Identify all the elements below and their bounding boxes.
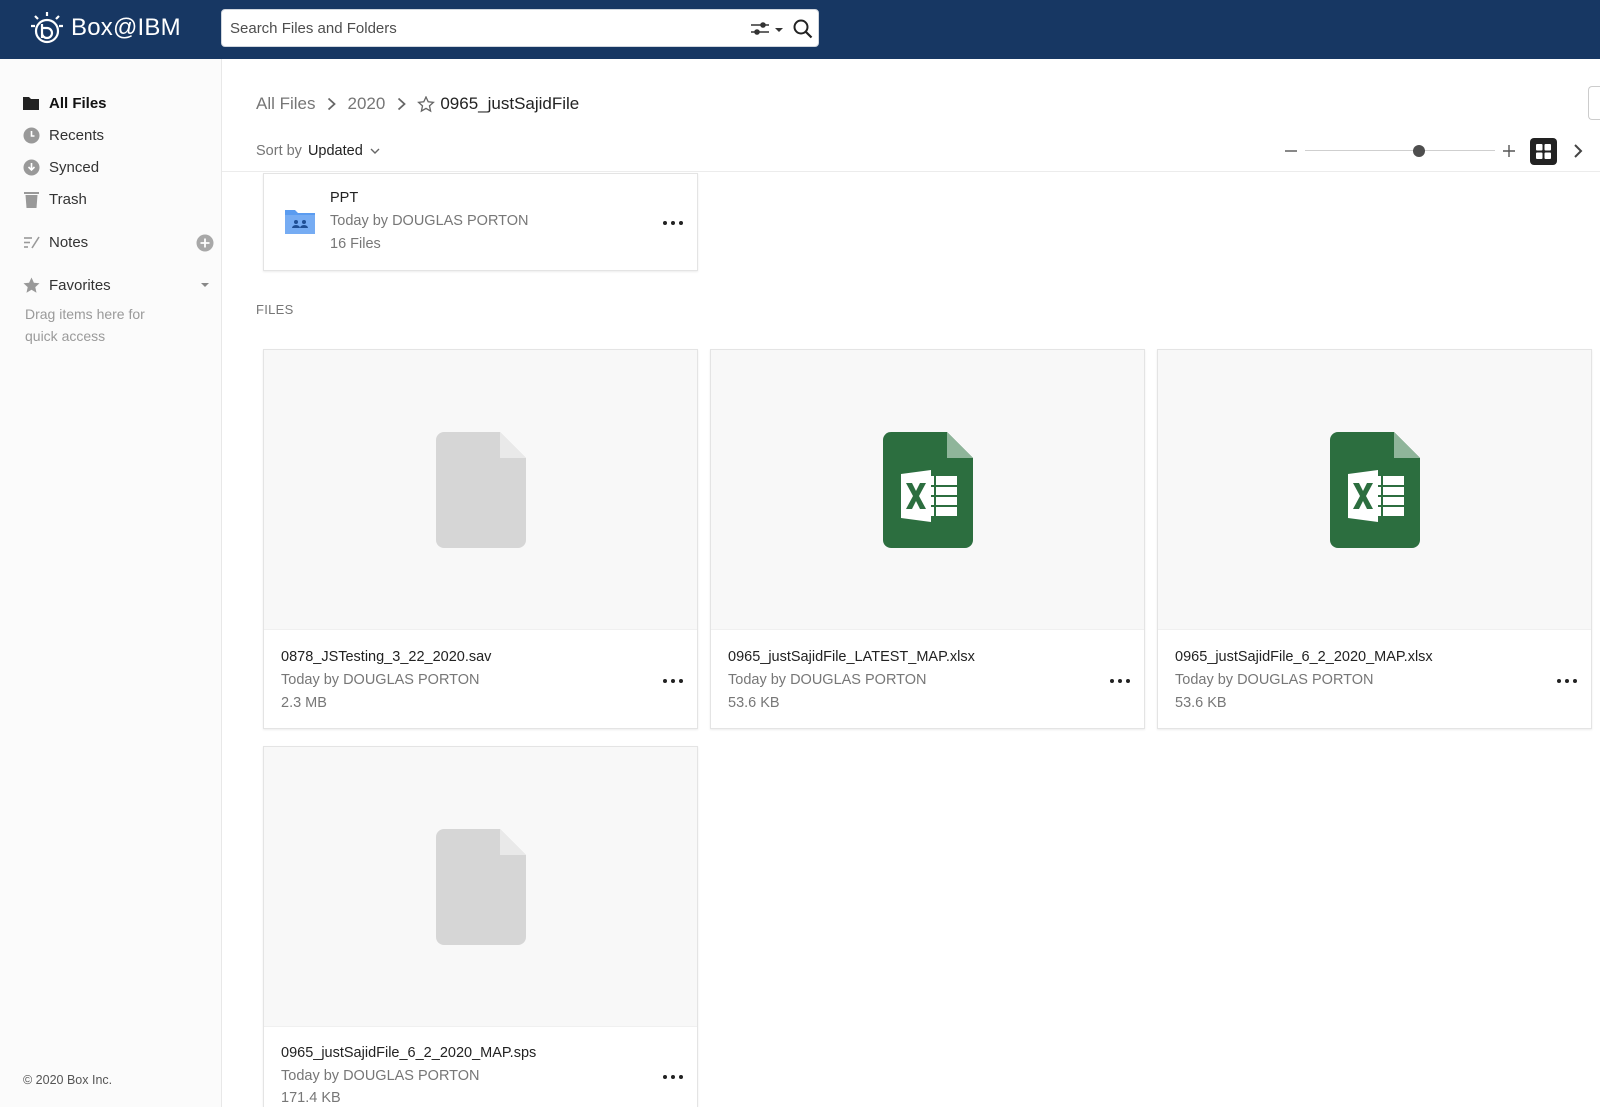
breadcrumb: All Files 2020 0965_justSajidFile [256,90,579,118]
add-note-button[interactable] [196,234,214,252]
file-card[interactable]: 0965_justSajidFile_6_2_2020_MAP.sps Toda… [263,746,698,1107]
divider [222,171,1600,172]
sidebar-item-all-files[interactable]: All Files [22,91,107,115]
generic-file-icon [436,829,526,945]
zoom-in-button[interactable] [1501,140,1517,162]
file-name[interactable]: 0878_JSTesting_3_22_2020.sav [281,649,491,665]
file-size: 53.6 KB [1175,695,1227,711]
clock-icon [22,126,40,144]
breadcrumb-current: 0965_justSajidFile [417,94,579,114]
more-options-button[interactable] [1555,673,1579,689]
favorites-hint: Drag items here for quick access [25,306,145,344]
sidebar-item-synced[interactable]: Synced [22,155,99,179]
breadcrumb-all-files[interactable]: All Files [256,94,316,114]
sidebar-item-recents[interactable]: Recents [22,123,104,147]
sidebar-item-notes[interactable]: Notes [22,230,88,254]
file-thumbnail [264,747,697,1027]
file-meta: Today by DOUGLAS PORTON [728,672,927,688]
sidebar-item-label: Recents [49,126,105,144]
file-card[interactable]: 0965_justSajidFile_6_2_2020_MAP.xlsx Tod… [1157,349,1592,729]
sidebar-item-label: Notes [49,233,89,251]
excel-file-icon [883,432,973,548]
zoom-slider-track[interactable] [1305,150,1495,151]
chevron-right-icon [325,97,339,111]
generic-file-icon [436,432,526,548]
file-meta: Today by DOUGLAS PORTON [281,672,480,688]
search-icon [793,19,813,39]
more-options-button[interactable] [1108,673,1132,689]
synced-icon [22,158,40,176]
box-bulb-icon [31,12,63,44]
search-button[interactable] [792,18,814,40]
sort-label: Sort by [256,143,302,159]
files-section-label: FILES [256,302,294,317]
copyright: © 2020 Box Inc. [23,1073,113,1087]
zoom-out-button[interactable] [1283,140,1299,162]
file-card[interactable]: 0878_JSTesting_3_22_2020.sav Today by DO… [263,349,698,729]
more-options-button[interactable] [661,673,685,689]
caret-down-icon [201,283,209,287]
chevron-right-icon [1574,144,1583,158]
shared-folder-icon [285,210,315,234]
file-meta: Today by DOUGLAS PORTON [1175,672,1374,688]
more-options-button[interactable] [661,215,685,231]
file-name[interactable]: 0965_justSajidFile_6_2_2020_MAP.xlsx [1175,649,1433,665]
zoom-slider-thumb[interactable] [1413,145,1425,157]
file-size: 2.3 MB [281,695,327,711]
notes-icon [22,233,40,251]
sort-control[interactable]: Sort by Updated [256,140,380,162]
file-thumbnail [1158,350,1591,630]
folder-card[interactable]: PPT Today by DOUGLAS PORTON 16 Files [263,173,698,271]
file-size: 53.6 KB [728,695,780,711]
sidebar-item-trash[interactable]: Trash [22,187,87,211]
sidebar: All Files Recents Synced Trash Notes Fav… [0,59,222,1107]
next-button[interactable] [1569,141,1587,161]
grid-icon [1536,144,1551,159]
file-size: 171.4 KB [281,1090,341,1106]
star-outline-icon[interactable] [417,95,436,113]
search-input[interactable] [230,10,730,46]
excel-file-icon [1330,432,1420,548]
sidebar-item-favorites[interactable]: Favorites [22,273,111,297]
folder-name[interactable]: PPT [330,190,358,206]
folder-meta: Today by DOUGLAS PORTON [330,213,529,229]
sidebar-item-label: Trash [49,190,87,208]
chevron-right-icon [394,97,408,111]
file-meta: Today by DOUGLAS PORTON [281,1068,480,1084]
file-card[interactable]: 0965_justSajidFile_LATEST_MAP.xlsx Today… [710,349,1145,729]
box-logo[interactable]: Box@IBM [27,6,181,50]
more-options-button[interactable] [661,1069,685,1085]
favorites-toggle-button[interactable] [199,277,211,287]
grid-view-button[interactable] [1530,138,1557,165]
trash-icon [22,190,40,208]
search-filter-button[interactable] [749,19,787,39]
chevron-down-icon [370,148,380,154]
file-name[interactable]: 0965_justSajidFile_LATEST_MAP.xlsx [728,649,975,665]
sidebar-item-label: Synced [49,158,100,176]
file-thumbnail [264,350,697,630]
file-name[interactable]: 0965_justSajidFile_6_2_2020_MAP.sps [281,1045,536,1061]
star-icon [22,276,40,294]
top-bar: Box@IBM [0,0,1600,59]
filter-sliders-icon [751,22,783,35]
sidebar-item-label: All Files [49,94,107,112]
breadcrumb-current-label: 0965_justSajidFile [440,94,580,113]
plus-icon [1503,145,1515,157]
sort-value: Updated [307,143,363,159]
breadcrumb-2020[interactable]: 2020 [348,94,386,114]
folder-file-count: 16 Files [330,236,381,252]
plus-circle-icon [196,234,214,252]
sidebar-item-label: Favorites [49,276,111,294]
sidebar-panel-toggle[interactable] [1588,86,1600,120]
logo-text: Box@IBM [71,14,181,41]
file-thumbnail [711,350,1144,630]
folder-icon [22,94,40,112]
search-box [221,9,819,47]
minus-icon [1285,150,1297,152]
